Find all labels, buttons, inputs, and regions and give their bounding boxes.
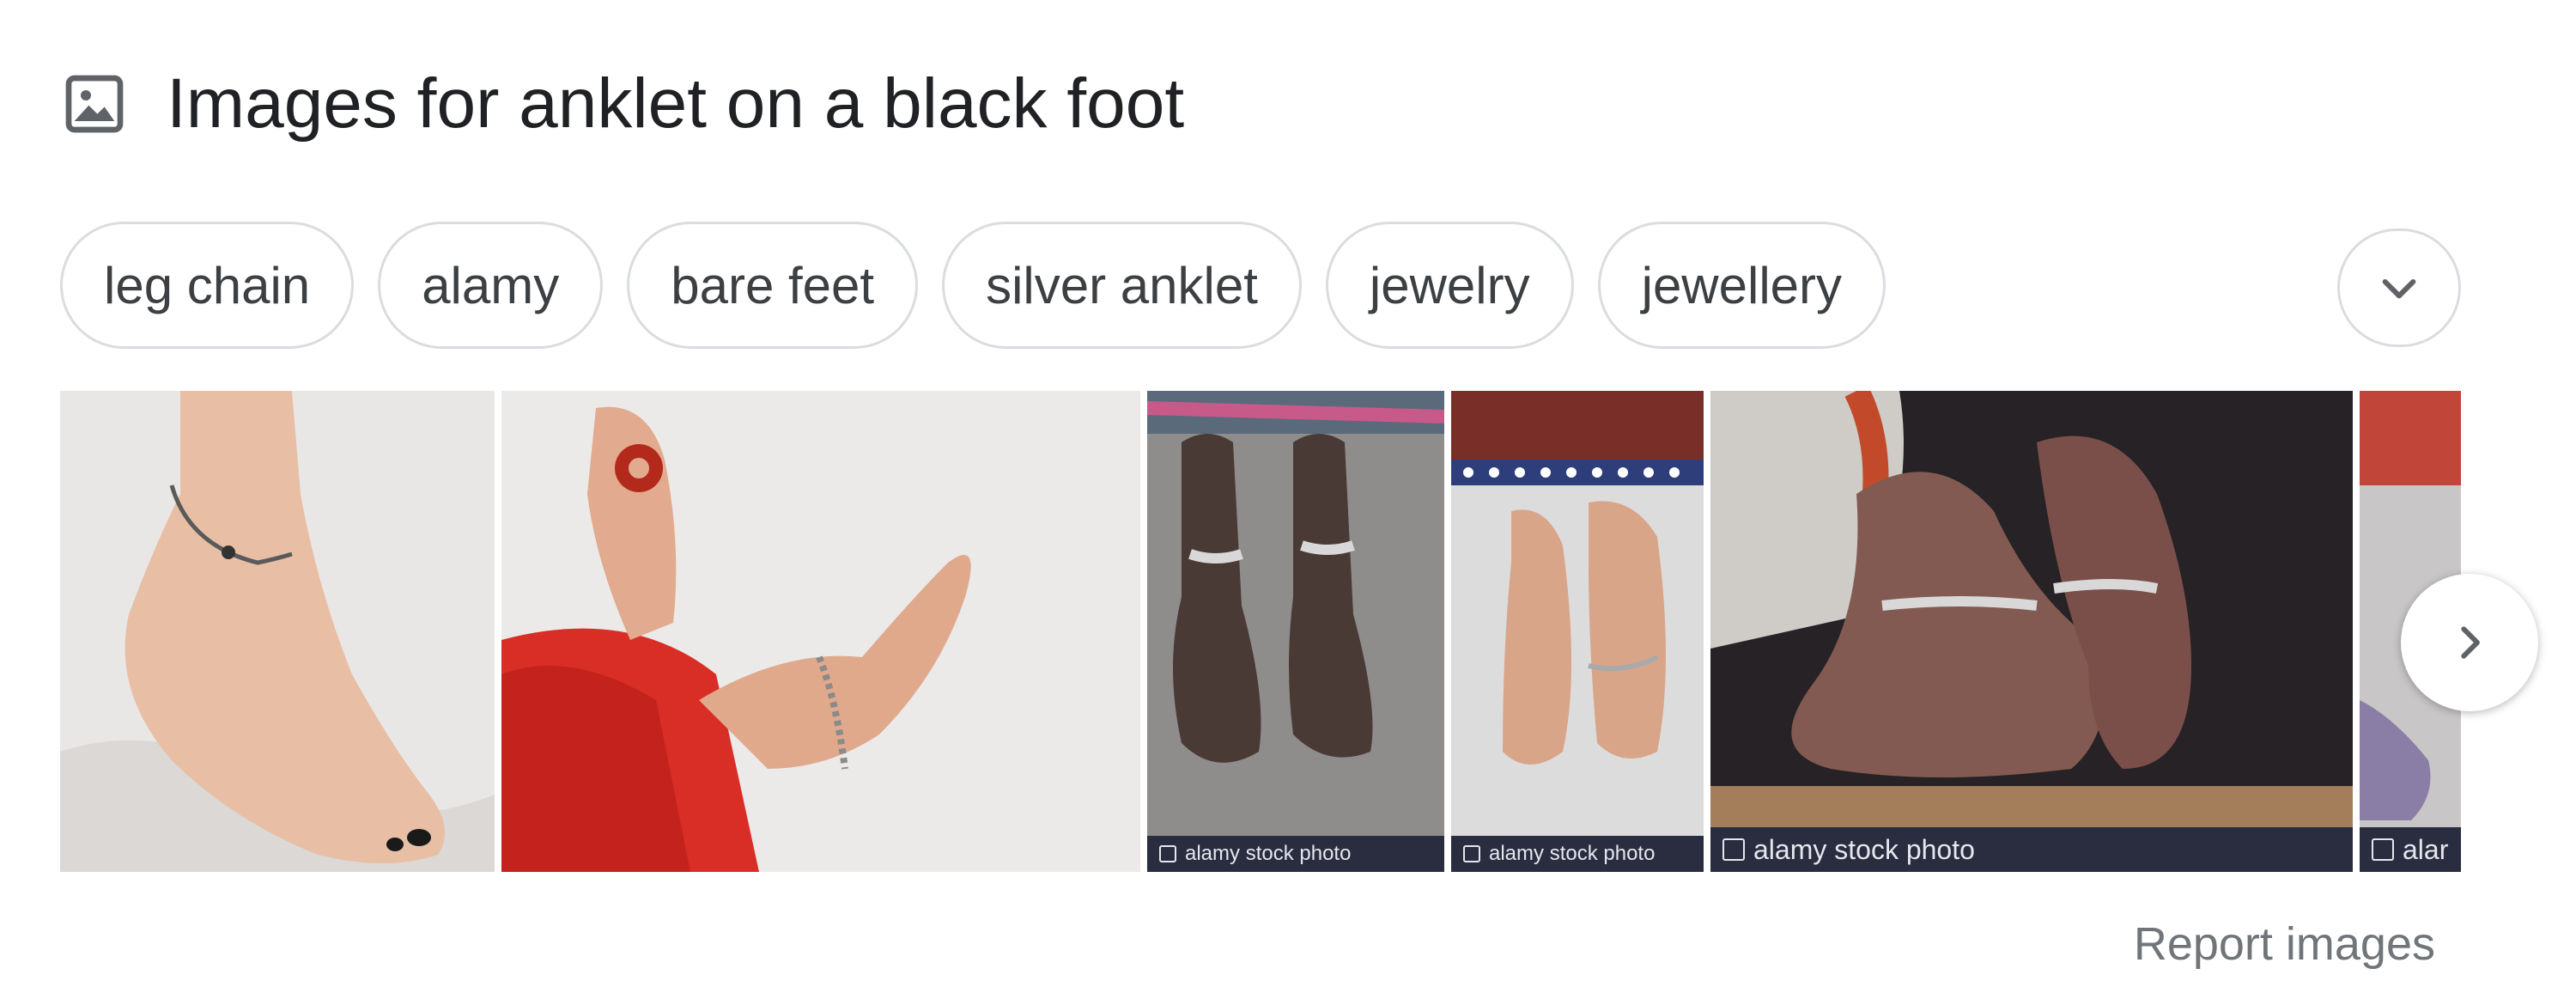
image-result-2[interactable] (501, 391, 1140, 872)
camera-icon (1463, 845, 1480, 862)
chip-jewelry[interactable]: jewelry (1325, 222, 1574, 349)
image-watermark: alamy stock photo (1710, 827, 2353, 872)
section-title: Images for anklet on a black foot (167, 64, 1185, 143)
image-result-3[interactable]: alamy stock photo (1147, 391, 1444, 872)
image-watermark: alamy stock photo (1451, 836, 1704, 872)
camera-icon (1722, 838, 1745, 861)
refinement-chips: leg chain alamy bare feet silver anklet … (60, 222, 1886, 352)
chip-leg-chain[interactable]: leg chain (60, 222, 355, 349)
image-watermark: alamy stock photo (1147, 836, 1444, 872)
image-result-5[interactable]: alamy stock photo (1710, 391, 2353, 872)
chip-jewellery[interactable]: jewellery (1597, 222, 1886, 349)
images-section-header: Images for anklet on a black foot (60, 69, 1184, 139)
image-carousel: alamy stock photo alamy stock photo alam… (60, 391, 2461, 872)
chip-alamy[interactable]: alamy (378, 222, 604, 349)
camera-icon (2372, 838, 2394, 861)
image-watermark: alar (2360, 827, 2461, 872)
carousel-next-button[interactable] (2401, 574, 2538, 711)
image-result-1[interactable] (60, 391, 495, 872)
image-icon (65, 75, 124, 133)
chip-silver-anklet[interactable]: silver anklet (942, 222, 1302, 349)
expand-chips-button[interactable] (2337, 228, 2461, 347)
chevron-down-icon (2382, 278, 2416, 299)
report-images-link[interactable]: Report images (2134, 917, 2435, 971)
chevron-right-icon (2461, 626, 2480, 659)
image-result-4[interactable]: alamy stock photo (1451, 391, 1704, 872)
chip-bare-feet[interactable]: bare feet (627, 222, 919, 349)
camera-icon (1159, 845, 1176, 862)
